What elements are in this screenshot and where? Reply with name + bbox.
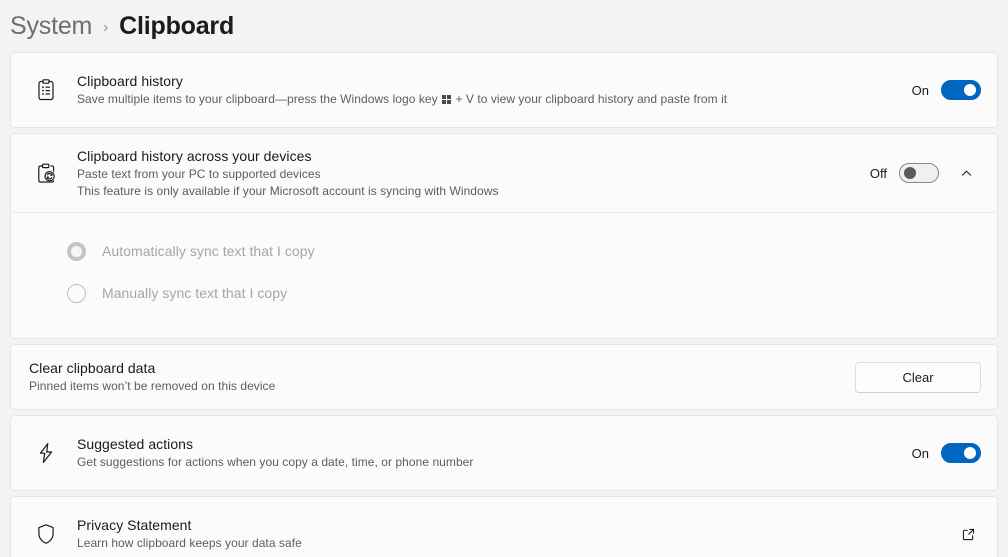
toggle-knob (964, 84, 976, 96)
clear-clipboard-title: Clear clipboard data (29, 360, 156, 376)
row-clipboard-across-devices[interactable]: Clipboard history across your devices Pa… (11, 134, 997, 212)
page-title: Clipboard (119, 11, 235, 40)
radio-option-automatic[interactable]: Automatically sync text that I copy (67, 234, 979, 268)
row-privacy-statement[interactable]: Privacy Statement Learn how clipboard ke… (11, 497, 997, 557)
radio-button-automatic[interactable] (67, 241, 86, 261)
radio-label-automatic: Automatically sync text that I copy (102, 243, 315, 259)
row-clipboard-history: Clipboard history Save multiple items to… (11, 53, 997, 127)
chevron-up-icon[interactable] (951, 158, 981, 188)
clipboard-across-devices-toggle[interactable] (899, 163, 939, 183)
suggested-actions-title: Suggested actions (77, 436, 194, 452)
windows-logo-key-icon (442, 95, 452, 104)
card-clipboard-across-devices: Clipboard history across your devices Pa… (10, 133, 998, 339)
radio-option-manual[interactable]: Manually sync text that I copy (67, 276, 979, 310)
toggle-knob (904, 167, 916, 179)
breadcrumb-separator-icon: › (103, 19, 109, 36)
shield-icon (29, 517, 63, 551)
clipboard-history-title: Clipboard history (77, 73, 183, 89)
clipboard-history-texts: Clipboard history Save multiple items to… (77, 66, 898, 114)
card-clipboard-history: Clipboard history Save multiple items to… (10, 52, 998, 128)
suggested-actions-state-label: On (911, 445, 929, 461)
clipboard-across-devices-state-label: Off (869, 165, 887, 181)
clipboard-sync-icon (29, 156, 63, 190)
radio-label-manual: Manually sync text that I copy (102, 285, 288, 301)
clipboard-history-description-part2: + V to view your clipboard history and p… (452, 92, 728, 106)
breadcrumb: System › Clipboard (0, 0, 1008, 52)
row-clear-clipboard-data: Clear clipboard data Pinned items won’t … (11, 345, 997, 409)
clipboard-across-devices-description-line1: Paste text from your PC to supported dev… (77, 166, 321, 181)
clipboard-history-toggle[interactable] (941, 80, 981, 100)
clipboard-across-devices-description-line2: This feature is only available if your M… (77, 183, 499, 198)
external-link-icon[interactable] (955, 521, 981, 547)
clear-clipboard-control: Clear (855, 361, 981, 393)
row-suggested-actions: Suggested actions Get suggestions for ac… (11, 416, 997, 490)
suggested-actions-description: Get suggestions for actions when you cop… (77, 455, 474, 469)
clipboard-list-icon (29, 73, 63, 107)
lightning-bolt-icon (29, 436, 63, 470)
privacy-statement-title: Privacy Statement (77, 517, 192, 533)
clear-button[interactable]: Clear (855, 361, 981, 393)
clipboard-history-control: On (912, 80, 981, 100)
clipboard-across-devices-title: Clipboard history across your devices (77, 147, 312, 164)
privacy-statement-control (955, 521, 981, 547)
radio-button-manual[interactable] (67, 283, 86, 303)
settings-list: Clipboard history Save multiple items to… (0, 52, 1008, 557)
card-privacy-statement[interactable]: Privacy Statement Learn how clipboard ke… (10, 496, 998, 557)
toggle-knob (964, 447, 976, 459)
clipboard-history-description-part1: Save multiple items to your clipboard—pr… (77, 92, 442, 106)
clear-clipboard-description: Pinned items won’t be removed on this de… (29, 379, 276, 393)
card-clear-clipboard-data: Clear clipboard data Pinned items won’t … (10, 344, 998, 410)
clipboard-history-state-label: On (911, 82, 929, 98)
suggested-actions-control: On (912, 443, 981, 463)
suggested-actions-texts: Suggested actions Get suggestions for ac… (77, 429, 898, 477)
suggested-actions-toggle[interactable] (941, 443, 981, 463)
privacy-statement-texts: Privacy Statement Learn how clipboard ke… (77, 510, 941, 557)
clear-clipboard-texts: Clear clipboard data Pinned items won’t … (29, 353, 841, 401)
clipboard-across-devices-texts: Clipboard history across your devices Pa… (77, 141, 856, 206)
card-suggested-actions: Suggested actions Get suggestions for ac… (10, 415, 998, 491)
clipboard-settings-page: System › Clipboard Clipboard history Sav… (0, 0, 1008, 557)
clipboard-history-description: Save multiple items to your clipboard—pr… (77, 91, 898, 108)
sync-options-panel: Automatically sync text that I copy Manu… (11, 213, 997, 338)
privacy-statement-description: Learn how clipboard keeps your data safe (77, 536, 302, 550)
breadcrumb-parent-system[interactable]: System (10, 12, 92, 41)
clipboard-across-devices-control: Off (870, 158, 981, 188)
